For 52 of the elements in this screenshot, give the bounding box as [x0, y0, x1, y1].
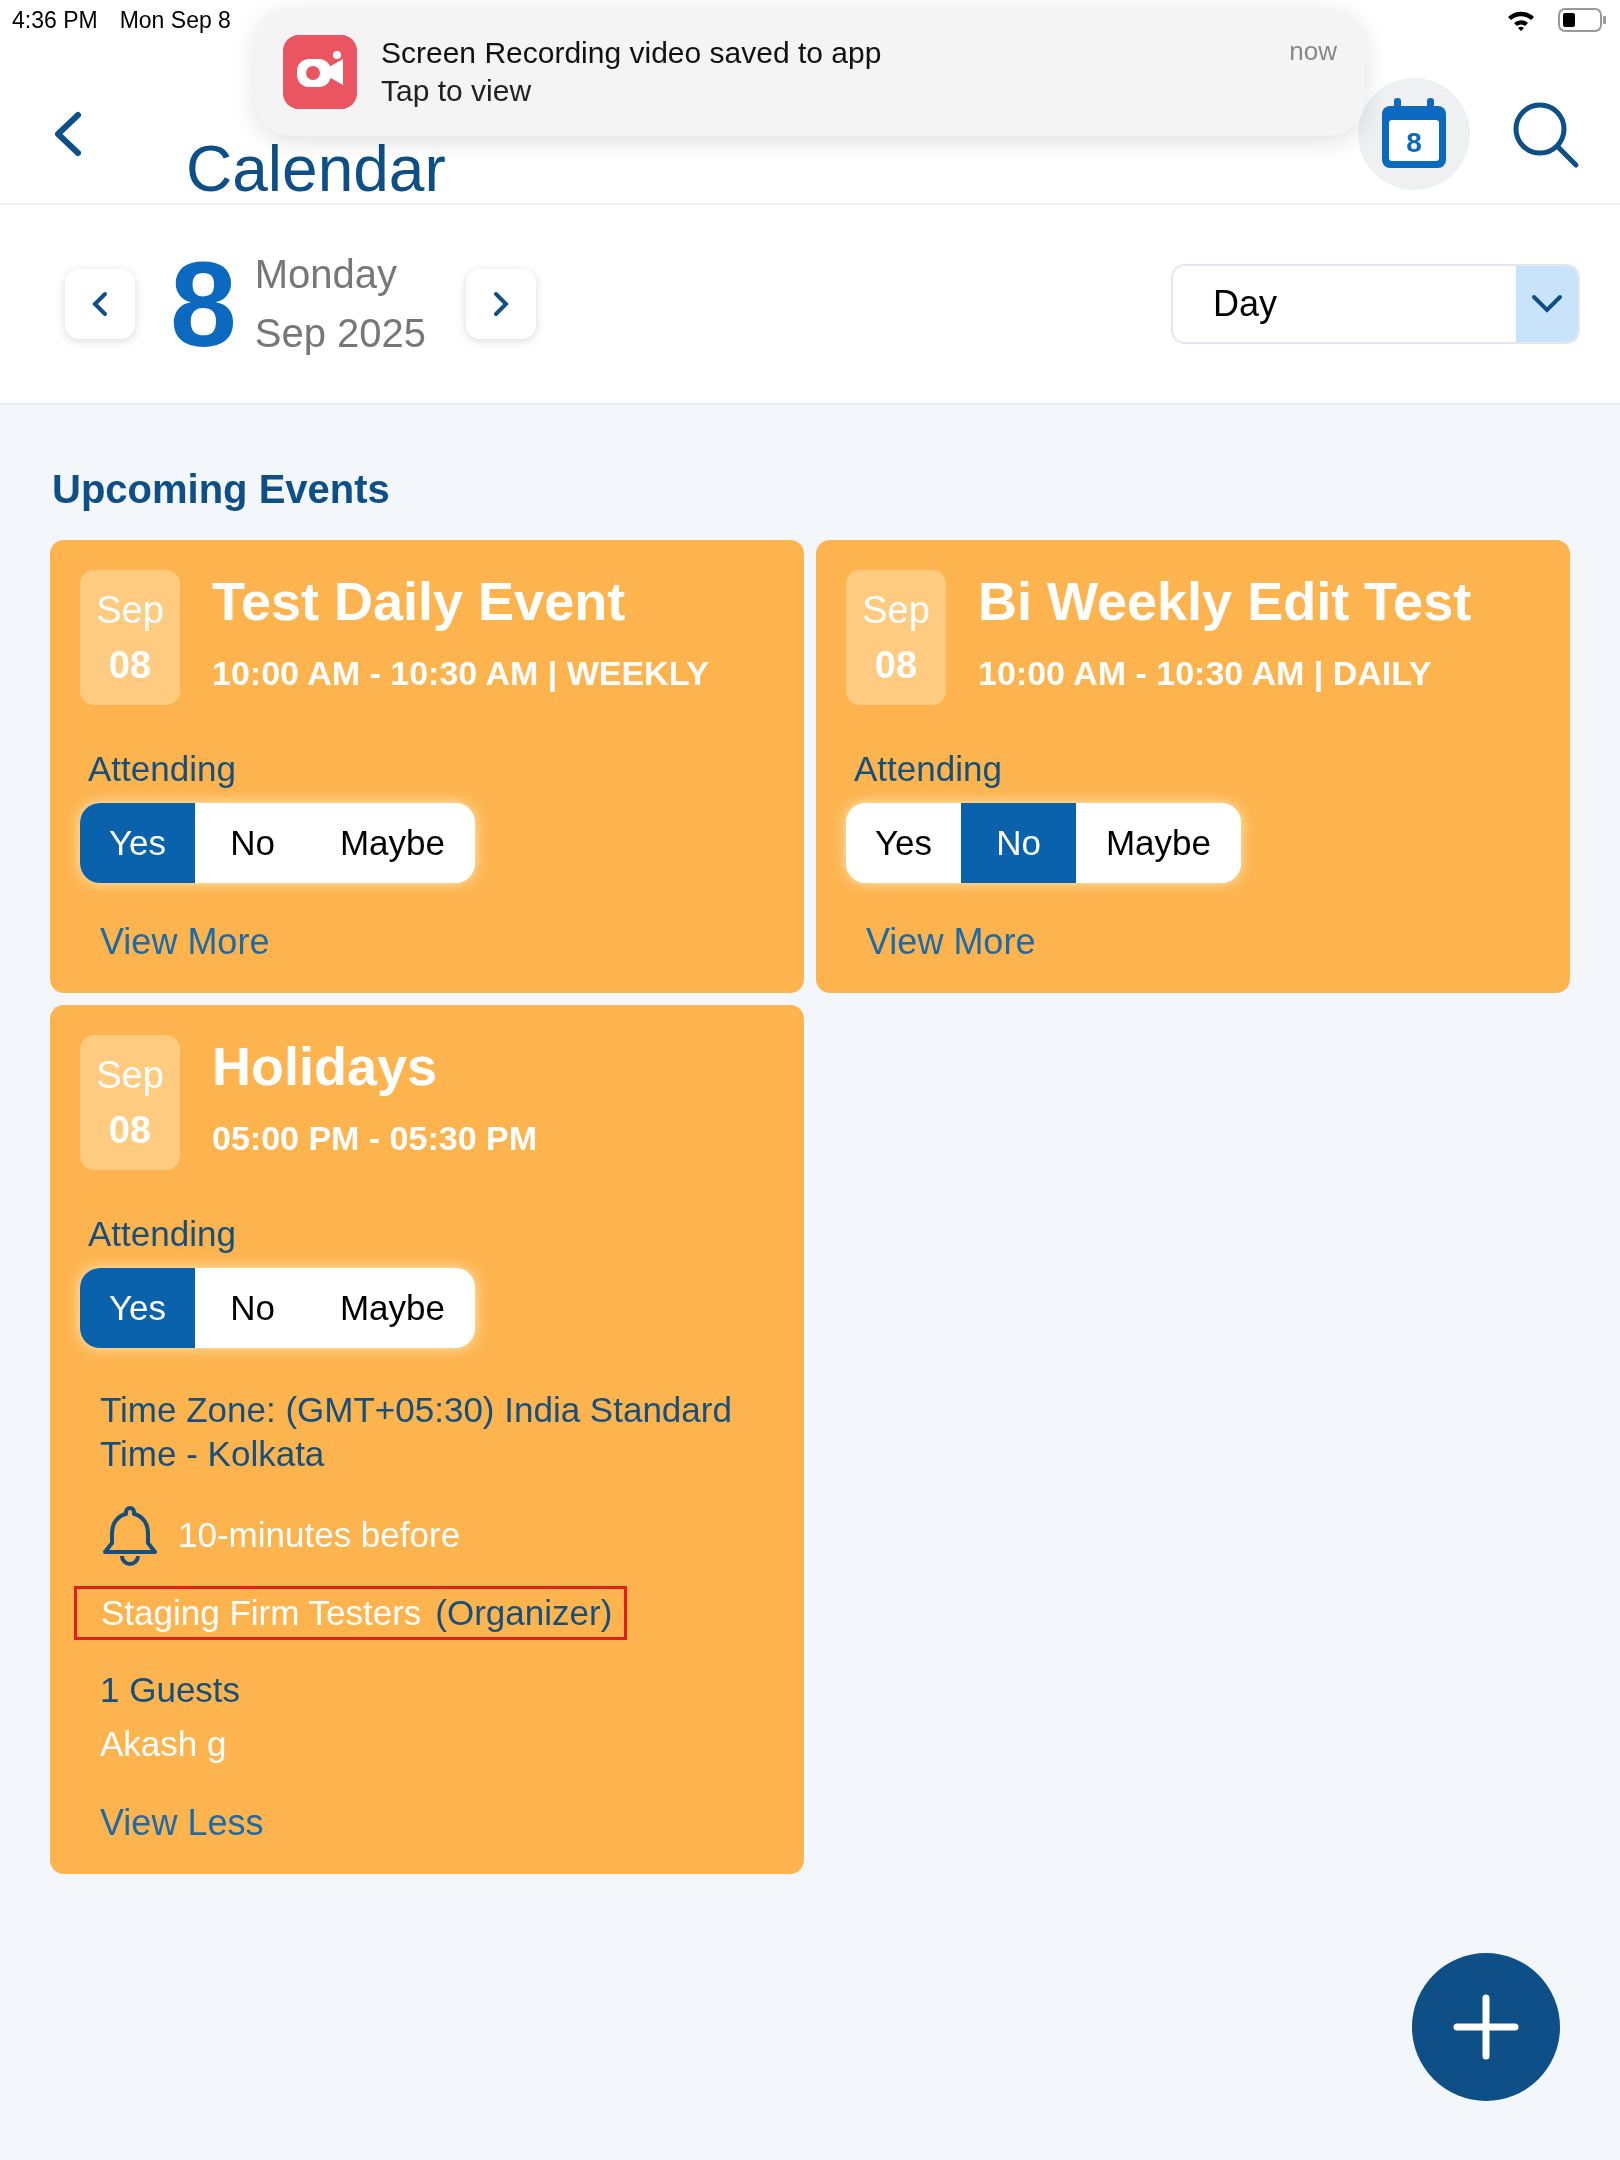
- notification-subtitle: Tap to view: [381, 74, 533, 108]
- guest-count: 1 Guests: [100, 1669, 242, 1710]
- battery-icon: [1558, 8, 1608, 32]
- guest-name: Akash g: [100, 1723, 228, 1764]
- event-time: 10:00 AM - 10:30 AM | DAILY: [978, 654, 1433, 693]
- status-date: Mon Sep 8: [119, 6, 231, 34]
- wifi-icon: [1506, 9, 1536, 31]
- caret-icon: [1531, 294, 1563, 314]
- chevron-left-icon: [90, 290, 110, 318]
- event-card[interactable]: Sep 08 Holidays 05:00 PM - 05:30 PM Attending Yes No Maybe Time Zone: (GMT+05:30) India Standard Time - Kolkata 10-minutes before Staging Firm Testers (Organizer) 1 Guests Akash g View Less: [50, 1005, 804, 1874]
- rsvp-option[interactable]: Maybe: [310, 1268, 475, 1348]
- rsvp-option[interactable]: No: [195, 1268, 310, 1348]
- attending-label: Attending: [88, 1214, 237, 1254]
- date-badge: Sep 08: [80, 1035, 180, 1170]
- section-title: Upcoming Events: [51, 466, 391, 512]
- notification-title: Screen Recording video saved to app: [381, 36, 883, 70]
- rsvp-option[interactable]: No: [961, 803, 1076, 883]
- view-dropdown[interactable]: Day: [1171, 264, 1580, 344]
- event-time: 05:00 PM - 05:30 PM: [212, 1119, 538, 1158]
- rsvp-option[interactable]: Maybe: [310, 803, 475, 883]
- event-title: Bi Weekly Edit Test: [978, 570, 1472, 632]
- rsvp-option[interactable]: Yes: [80, 803, 195, 883]
- event-time: 10:00 AM - 10:30 AM | WEEKLY: [212, 654, 709, 693]
- notification-banner[interactable]: Screen Recording video saved to app Tap to view now: [255, 8, 1365, 136]
- page-title: Calendar: [186, 137, 447, 201]
- calendar-button[interactable]: 8: [1358, 77, 1470, 190]
- rsvp-option[interactable]: Yes: [846, 803, 961, 883]
- notification-time: now: [1289, 36, 1337, 67]
- app-icon: [283, 35, 357, 109]
- attending-label: Attending: [854, 749, 1003, 789]
- attending-label: Attending: [88, 749, 237, 789]
- organizer-role: (Organizer): [435, 1592, 613, 1632]
- reminder-text: 10-minutes before: [178, 1514, 461, 1555]
- month-year: Sep 2025: [254, 311, 427, 356]
- date-badge: Sep 08: [80, 570, 180, 705]
- event-card[interactable]: Sep 08 Test Daily Event 10:00 AM - 10:30 AM | WEEKLY Attending Yes No Maybe View More: [50, 540, 804, 993]
- rsvp-option[interactable]: Maybe: [1076, 803, 1241, 883]
- date-badge: Sep 08: [846, 570, 946, 705]
- day-number: 8: [170, 244, 237, 364]
- bell-icon: [102, 1503, 158, 1566]
- status-time: 4:36 PM: [12, 6, 98, 34]
- organizer-name: Staging Firm Testers: [101, 1592, 422, 1632]
- next-day-button[interactable]: [466, 269, 537, 339]
- rsvp-option[interactable]: Yes: [80, 1268, 195, 1348]
- rsvp-option[interactable]: No: [195, 803, 310, 883]
- weekday: Monday: [254, 252, 399, 297]
- plus-icon: [1451, 1992, 1521, 2062]
- previous-day-button[interactable]: [65, 269, 135, 339]
- time-zone: Time Zone: (GMT+05:30) India Standard Time - Kolkata: [100, 1389, 733, 1475]
- event-card[interactable]: Sep 08 Bi Weekly Edit Test 10:00 AM - 10:30 AM | DAILY Attending Yes No Maybe View More: [816, 540, 1570, 993]
- event-title: Test Daily Event: [212, 570, 627, 632]
- event-title: Holidays: [212, 1035, 439, 1097]
